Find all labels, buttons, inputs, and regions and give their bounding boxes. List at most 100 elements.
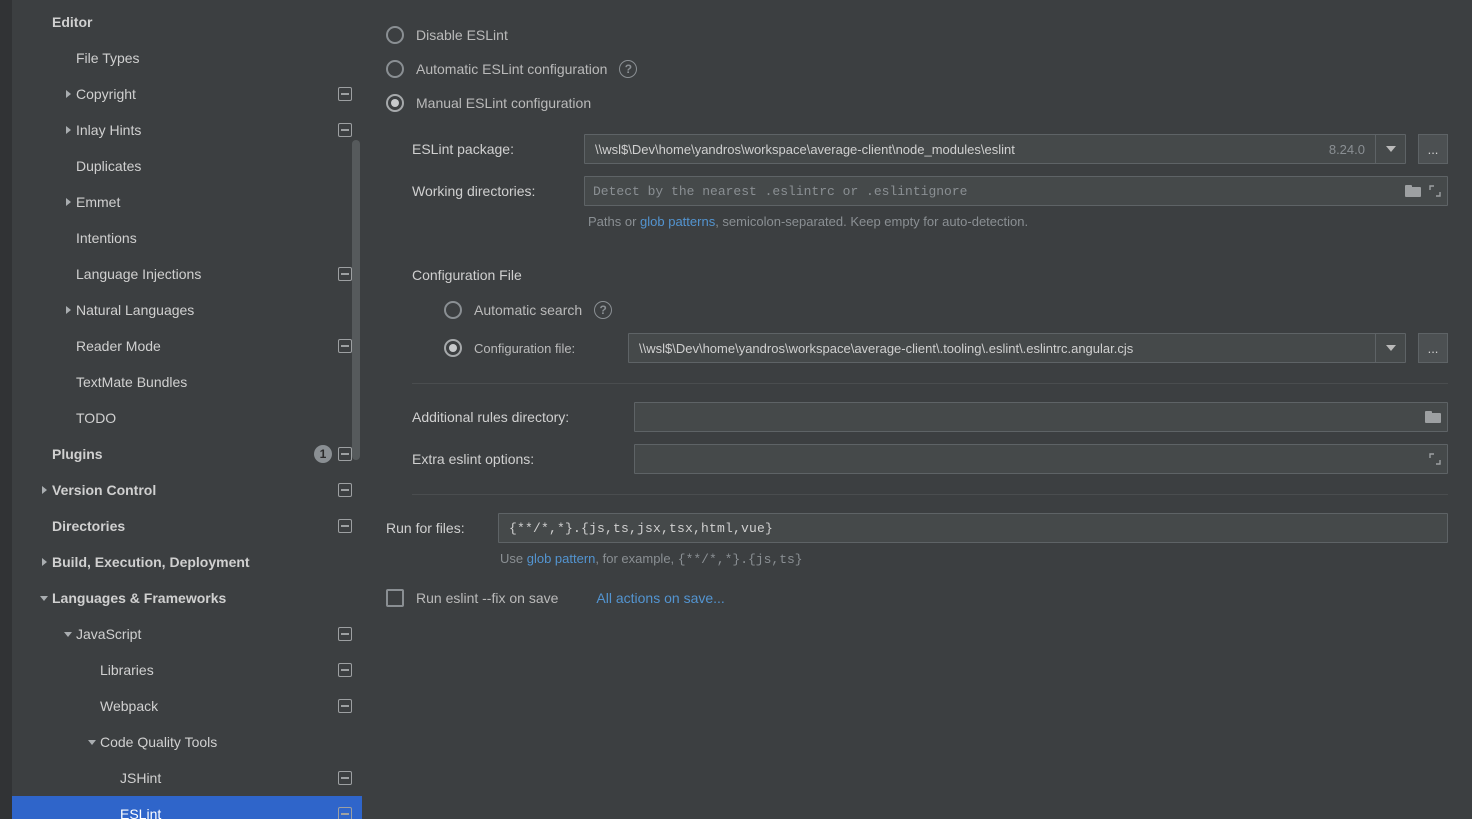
radio-label: Automatic search xyxy=(474,302,582,318)
tree-item-version-control[interactable]: Version Control xyxy=(12,472,362,508)
folder-icon[interactable] xyxy=(1405,185,1421,197)
tree-item-label: Build, Execution, Deployment xyxy=(52,554,352,570)
expand-icon[interactable] xyxy=(1429,453,1441,465)
glob-pattern-link[interactable]: glob pattern xyxy=(527,551,596,566)
scope-icon xyxy=(338,87,352,101)
expand-icon[interactable] xyxy=(1429,185,1441,197)
dropdown-icon[interactable] xyxy=(1375,135,1405,163)
chevron-right-icon[interactable] xyxy=(60,302,76,318)
tree-item-label: JavaScript xyxy=(76,626,338,642)
eslint-package-input[interactable]: 8.24.0 xyxy=(584,134,1406,164)
tree-item-label: TODO xyxy=(76,410,352,426)
chevron-down-icon[interactable] xyxy=(60,626,76,642)
tree-item-directories[interactable]: Directories xyxy=(12,508,362,544)
tree-item-label: Code Quality Tools xyxy=(100,734,352,750)
tree-item-textmate-bundles[interactable]: TextMate Bundles xyxy=(12,364,362,400)
radio-manual-eslint[interactable]: Manual ESLint configuration xyxy=(386,86,1448,120)
scope-icon xyxy=(338,771,352,785)
tree-item-jshint[interactable]: JSHint xyxy=(12,760,362,796)
tree-item-file-types[interactable]: File Types xyxy=(12,40,362,76)
tree-item-build-execution-deployment[interactable]: Build, Execution, Deployment xyxy=(12,544,362,580)
working-directories-hint: Paths or glob patterns, semicolon-separa… xyxy=(588,214,1448,229)
tree-item-label: Languages & Frameworks xyxy=(52,590,352,606)
chevron-down-icon[interactable] xyxy=(84,734,100,750)
working-directories-input[interactable]: Detect by the nearest .eslintrc or .esli… xyxy=(584,176,1448,206)
radio-icon xyxy=(386,26,404,44)
tree-item-label: Webpack xyxy=(100,698,338,714)
run-for-files-field[interactable] xyxy=(507,520,1439,537)
chevron-right-icon[interactable] xyxy=(60,194,76,210)
additional-rules-label: Additional rules directory: xyxy=(412,409,622,425)
radio-icon xyxy=(386,60,404,78)
radio-config-file[interactable] xyxy=(444,339,462,357)
tree-item-todo[interactable]: TODO xyxy=(12,400,362,436)
tree-item-label: Intentions xyxy=(76,230,352,246)
chevron-down-icon[interactable] xyxy=(36,590,52,606)
tree-item-inlay-hints[interactable]: Inlay Hints xyxy=(12,112,362,148)
eslint-package-label: ESLint package: xyxy=(412,141,572,157)
tree-item-webpack[interactable]: Webpack xyxy=(12,688,362,724)
tree-item-intentions[interactable]: Intentions xyxy=(12,220,362,256)
help-icon[interactable]: ? xyxy=(594,301,612,319)
extra-options-field[interactable] xyxy=(643,451,1439,468)
chevron-right-icon[interactable] xyxy=(36,554,52,570)
tree-item-label: Libraries xyxy=(100,662,338,678)
tree-item-label: Natural Languages xyxy=(76,302,352,318)
fix-on-save-checkbox[interactable] xyxy=(386,589,404,607)
tree-item-label: Inlay Hints xyxy=(76,122,338,138)
tree-item-label: Editor xyxy=(52,14,352,30)
tree-item-plugins[interactable]: Plugins1 xyxy=(12,436,362,472)
left-gutter xyxy=(0,0,12,819)
scope-icon xyxy=(338,483,352,497)
update-badge: 1 xyxy=(314,445,332,463)
all-actions-on-save-link[interactable]: All actions on save... xyxy=(596,590,724,606)
chevron-right-icon[interactable] xyxy=(60,122,76,138)
scope-icon xyxy=(338,699,352,713)
extra-options-input[interactable] xyxy=(634,444,1448,474)
tree-item-languages-frameworks[interactable]: Languages & Frameworks xyxy=(12,580,362,616)
fix-on-save-label: Run eslint --fix on save xyxy=(416,590,558,606)
tree-item-eslint[interactable]: ESLint xyxy=(12,796,362,819)
additional-rules-input[interactable] xyxy=(634,402,1448,432)
chevron-right-icon[interactable] xyxy=(36,482,52,498)
eslint-package-field[interactable] xyxy=(585,142,1319,157)
radio-disable-eslint[interactable]: Disable ESLint xyxy=(386,18,1448,52)
tree-item-label: Copyright xyxy=(76,86,338,102)
glob-patterns-link[interactable]: glob patterns xyxy=(640,214,715,229)
tree-item-emmet[interactable]: Emmet xyxy=(12,184,362,220)
radio-icon xyxy=(444,301,462,319)
eslint-package-browse-button[interactable]: ... xyxy=(1418,134,1448,164)
chevron-right-icon[interactable] xyxy=(60,86,76,102)
radio-icon xyxy=(386,94,404,112)
radio-auto-eslint[interactable]: Automatic ESLint configuration ? xyxy=(386,52,1448,86)
tree-item-copyright[interactable]: Copyright xyxy=(12,76,362,112)
eslint-settings-panel: Disable ESLint Automatic ESLint configur… xyxy=(362,0,1472,819)
tree-item-label: Duplicates xyxy=(76,158,352,174)
radio-label: Disable ESLint xyxy=(416,27,508,43)
tree-item-natural-languages[interactable]: Natural Languages xyxy=(12,292,362,328)
config-file-browse-button[interactable]: ... xyxy=(1418,333,1448,363)
scope-icon xyxy=(338,447,352,461)
tree-item-libraries[interactable]: Libraries xyxy=(12,652,362,688)
sidebar-scrollbar[interactable] xyxy=(352,140,360,460)
help-icon[interactable]: ? xyxy=(619,60,637,78)
working-directories-label: Working directories: xyxy=(412,183,572,199)
tree-item-reader-mode[interactable]: Reader Mode xyxy=(12,328,362,364)
scope-icon xyxy=(338,663,352,677)
radio-auto-search[interactable]: Automatic search ? xyxy=(444,293,1448,327)
tree-item-label: Language Injections xyxy=(76,266,338,282)
additional-rules-field[interactable] xyxy=(643,409,1439,426)
folder-icon[interactable] xyxy=(1425,411,1441,423)
tree-item-editor[interactable]: Editor xyxy=(12,4,362,40)
tree-item-javascript[interactable]: JavaScript xyxy=(12,616,362,652)
tree-item-code-quality-tools[interactable]: Code Quality Tools xyxy=(12,724,362,760)
tree-item-duplicates[interactable]: Duplicates xyxy=(12,148,362,184)
tree-item-language-injections[interactable]: Language Injections xyxy=(12,256,362,292)
config-file-input[interactable] xyxy=(628,333,1406,363)
scope-icon xyxy=(338,123,352,137)
scope-icon xyxy=(338,519,352,533)
tree-item-label: TextMate Bundles xyxy=(76,374,352,390)
dropdown-icon[interactable] xyxy=(1375,334,1405,362)
config-file-field[interactable] xyxy=(629,341,1375,356)
run-for-files-input[interactable] xyxy=(498,513,1448,543)
